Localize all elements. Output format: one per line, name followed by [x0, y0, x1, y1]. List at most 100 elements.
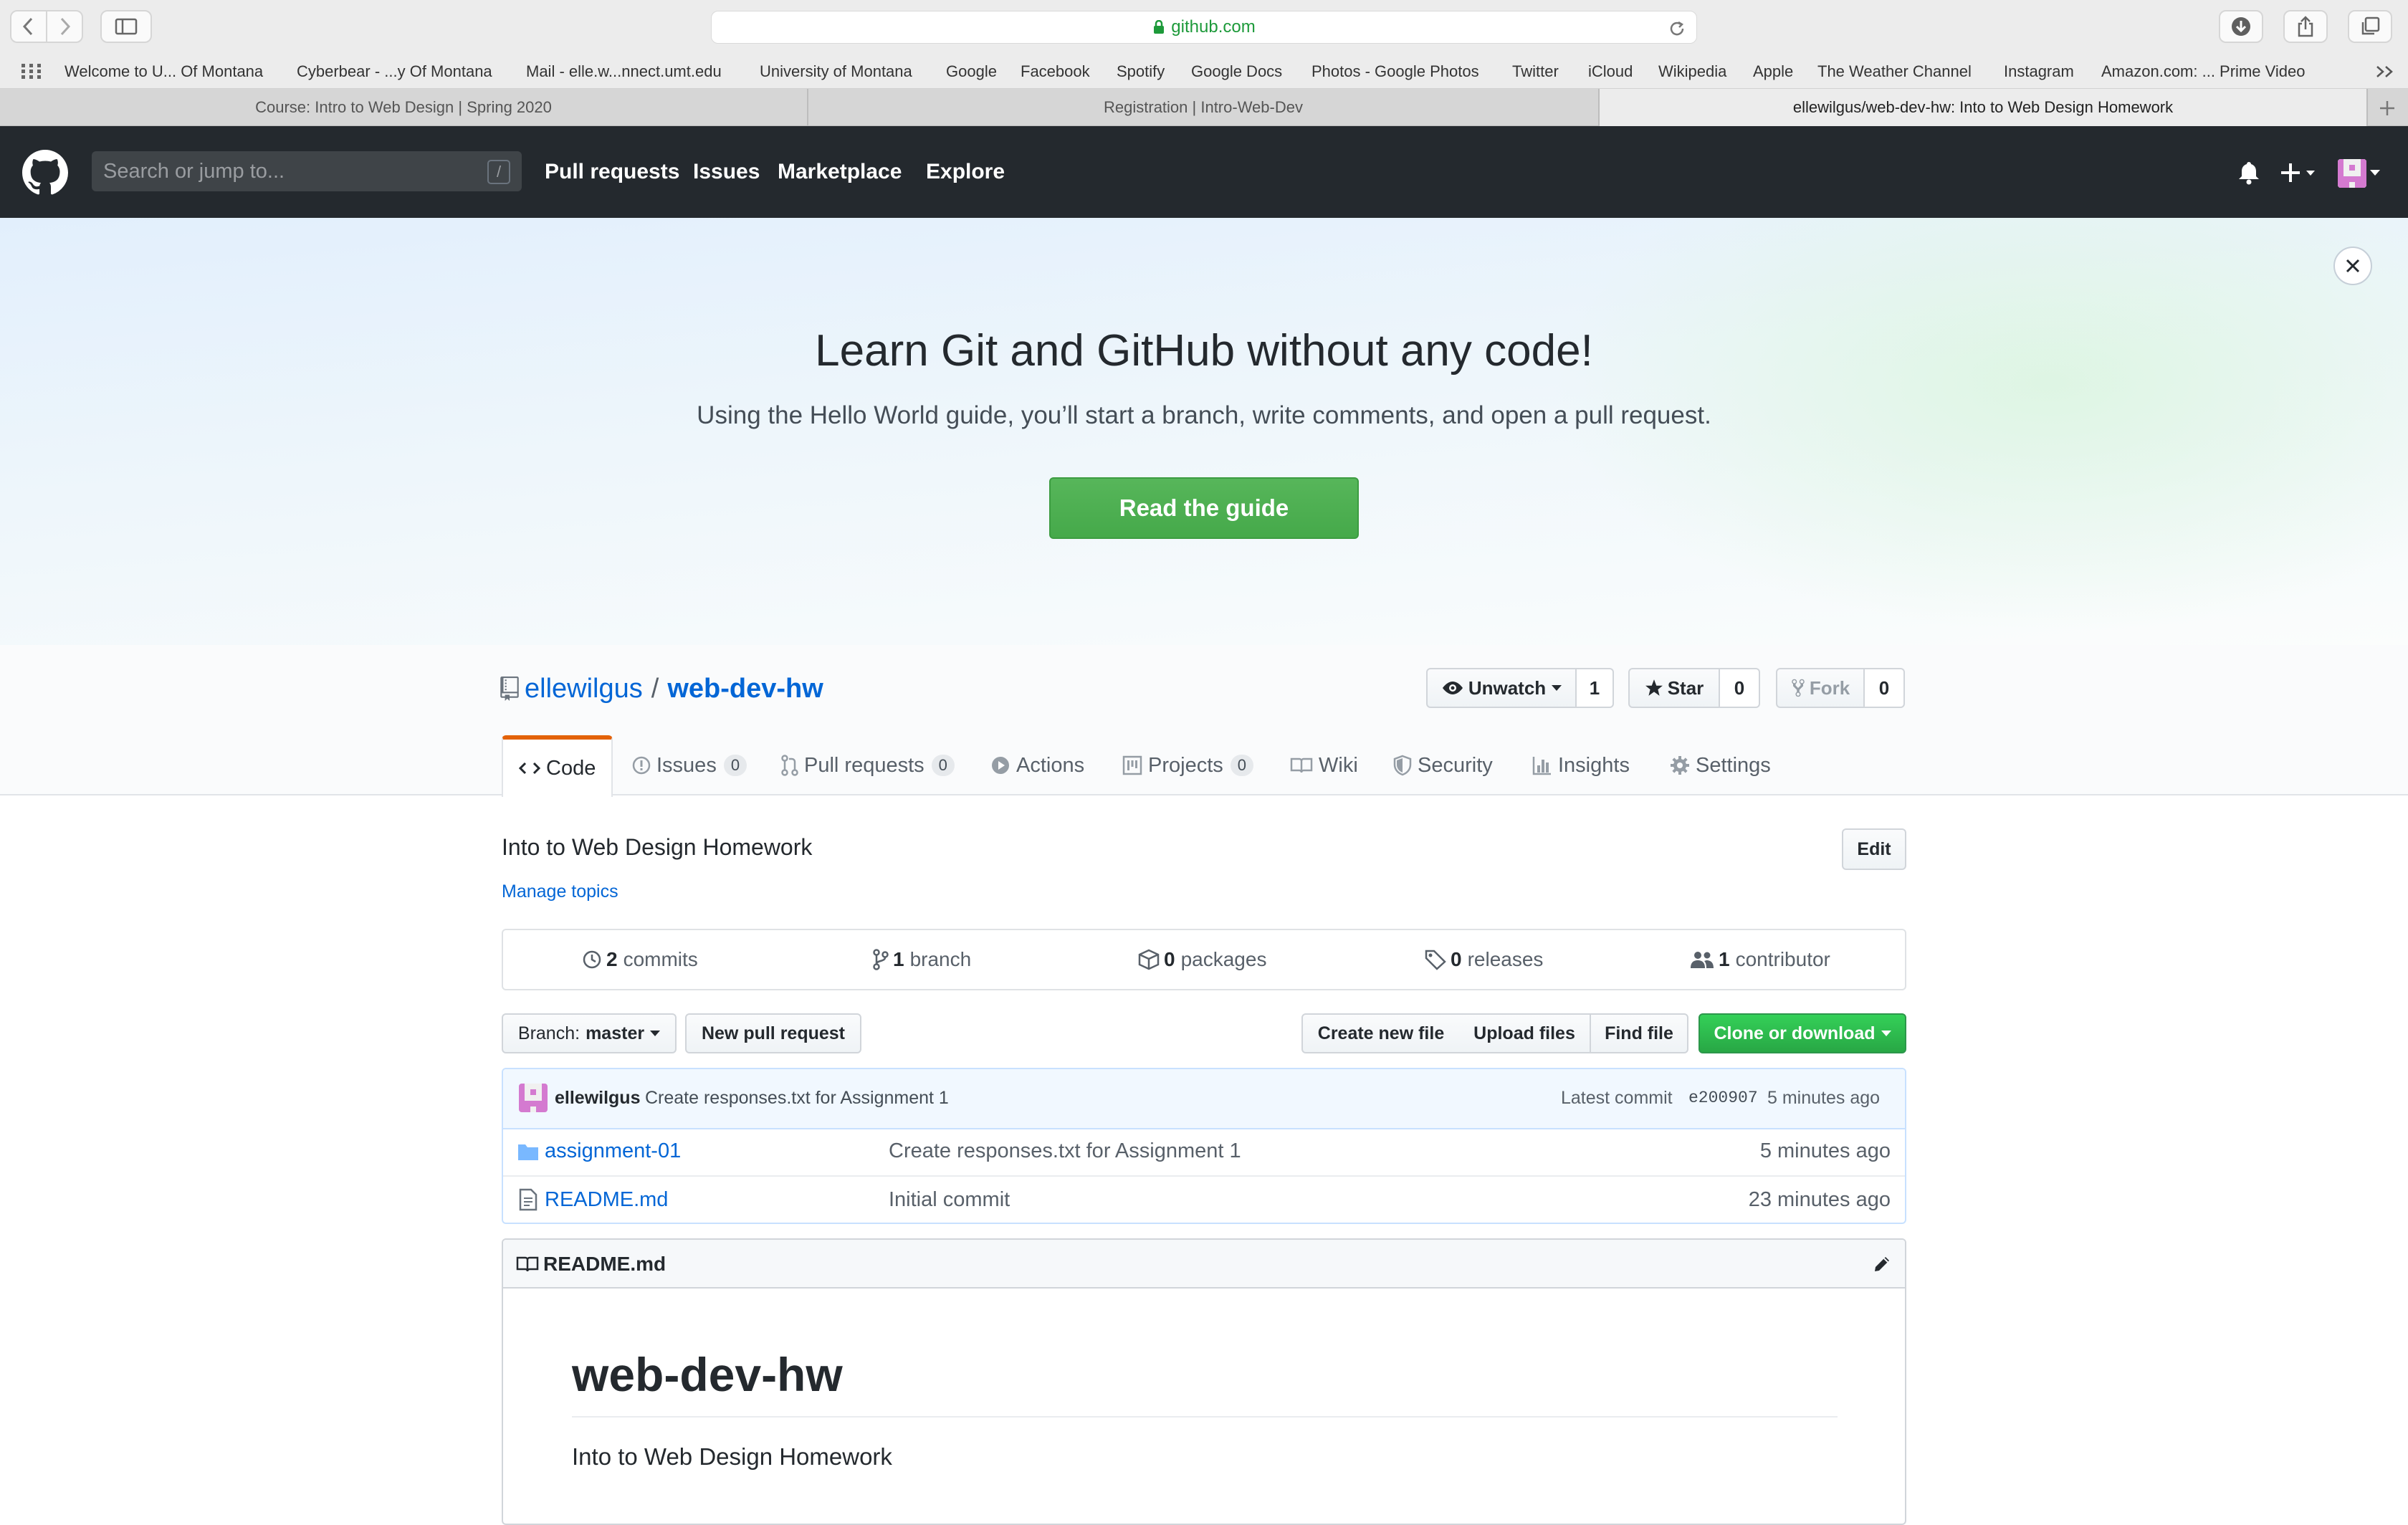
address-bar[interactable]: github.com — [711, 11, 1697, 44]
upload-files-button[interactable]: Upload files — [1459, 1013, 1591, 1053]
create-new-file-button[interactable]: Create new file — [1301, 1013, 1461, 1053]
favorite-link[interactable]: Welcome to U... Of Montana — [64, 54, 263, 89]
manage-topics-link[interactable]: Manage topics — [502, 881, 618, 902]
favorite-link[interactable]: Google Docs — [1191, 54, 1282, 89]
tab-label: Actions — [1016, 753, 1085, 777]
new-pull-request-button[interactable]: New pull request — [685, 1013, 861, 1053]
tab-code[interactable]: Code — [502, 735, 613, 797]
readme-divider — [572, 1416, 1838, 1418]
table-row[interactable]: README.md Initial commit 23 minutes ago — [503, 1175, 1905, 1223]
tab-insights[interactable]: Insights — [1532, 735, 1630, 795]
favorite-link[interactable]: Instagram — [2004, 54, 2074, 89]
favorite-link[interactable]: Photos - Google Photos — [1312, 54, 1479, 89]
github-logo-icon[interactable] — [22, 150, 68, 196]
packages-count: 0 — [1164, 948, 1175, 970]
avatar[interactable] — [2338, 159, 2366, 188]
edit-description-button[interactable]: Edit — [1842, 828, 1906, 870]
favorite-link[interactable]: Amazon.com: ... Prime Video — [2101, 54, 2306, 89]
fork-count[interactable]: 0 — [1865, 668, 1905, 708]
star-button[interactable]: Star — [1628, 668, 1720, 708]
share-button[interactable] — [2283, 10, 2328, 43]
share-icon — [2298, 16, 2313, 37]
branches-link[interactable]: 1 branch — [873, 930, 971, 989]
chevron-double-right-icon[interactable] — [2375, 64, 2395, 79]
tabs-icon — [2361, 16, 2380, 35]
banner-close-button[interactable] — [2333, 247, 2372, 285]
branch-icon — [873, 949, 889, 970]
favorite-link[interactable]: Mail - elle.w...nnect.umt.edu — [526, 54, 722, 89]
favorite-link[interactable]: Wikipedia — [1658, 54, 1726, 89]
unwatch-button[interactable]: Unwatch — [1426, 668, 1577, 708]
search-input[interactable]: Search or jump to... / — [92, 151, 522, 191]
commit-author-avatar[interactable] — [519, 1084, 548, 1112]
tab-overview-button[interactable] — [2348, 10, 2392, 43]
tab-security[interactable]: Security — [1393, 735, 1493, 795]
browser-tab[interactable]: Registration | Intro-Web-Dev — [808, 89, 1600, 126]
grid-icon[interactable] — [22, 64, 42, 80]
tab-pull-requests[interactable]: Pull requests 0 — [781, 735, 955, 795]
browser-tab[interactable]: Course: Intro to Web Design | Spring 202… — [0, 89, 808, 126]
clone-or-download-button[interactable]: Clone or download — [1698, 1013, 1906, 1053]
releases-link[interactable]: 0 releases — [1425, 930, 1543, 989]
favorite-link[interactable]: Spotify — [1117, 54, 1165, 89]
star-count[interactable]: 0 — [1720, 668, 1760, 708]
repo-name-link[interactable]: web-dev-hw — [667, 674, 823, 704]
repo-owner-link[interactable]: ellewilgus — [525, 674, 643, 704]
branch-select[interactable]: Branch: master — [502, 1013, 677, 1053]
table-row[interactable]: assignment-01 Create responses.txt for A… — [503, 1128, 1905, 1175]
new-tab-icon[interactable] — [2378, 99, 2397, 118]
commit-author[interactable]: ellewilgus — [555, 1088, 640, 1109]
close-icon — [2346, 259, 2360, 273]
caret-down-icon[interactable] — [2369, 169, 2381, 176]
tab-wiki[interactable]: Wiki — [1290, 735, 1358, 795]
favorite-link[interactable]: Apple — [1753, 54, 1793, 89]
shield-icon — [1393, 755, 1412, 776]
packages-link[interactable]: 0 packages — [1138, 930, 1266, 989]
browser-tab-bar: Course: Intro to Web Design | Spring 202… — [0, 89, 2408, 126]
commit-message[interactable]: Create responses.txt for Assignment 1 — [645, 1088, 949, 1109]
tab-issues[interactable]: Issues 0 — [632, 735, 747, 795]
browser-tab-active[interactable]: ellewilgus/web-dev-hw: Into to Web Desig… — [1600, 89, 2368, 126]
find-file-button[interactable]: Find file — [1590, 1013, 1688, 1053]
favorite-link[interactable]: iCloud — [1588, 54, 1633, 89]
favorite-link[interactable]: The Weather Channel — [1817, 54, 1972, 89]
back-button[interactable] — [10, 10, 47, 43]
tab-projects[interactable]: Projects 0 — [1122, 735, 1254, 795]
watch-count[interactable]: 1 — [1577, 668, 1614, 708]
commit-sha[interactable]: e200907 — [1688, 1089, 1758, 1107]
tab-count: 0 — [1230, 755, 1254, 776]
tab-label: Security — [1418, 753, 1493, 777]
file-name-link[interactable]: assignment-01 — [545, 1139, 681, 1163]
caret-down-icon — [1552, 685, 1562, 691]
downloads-button[interactable] — [2219, 10, 2263, 43]
nav-explore[interactable]: Explore — [926, 126, 1005, 218]
star-icon — [1645, 679, 1663, 696]
favorite-link[interactable]: Twitter — [1512, 54, 1559, 89]
chevron-right-icon — [60, 17, 71, 36]
readme-filename: README.md — [543, 1253, 666, 1275]
package-icon — [1138, 949, 1160, 970]
nav-pull-requests[interactable]: Pull requests — [545, 126, 679, 218]
nav-marketplace[interactable]: Marketplace — [778, 126, 902, 218]
forward-button[interactable] — [46, 10, 83, 43]
favorite-link[interactable]: Google — [946, 54, 997, 89]
commits-link[interactable]: 2 commits — [582, 930, 698, 989]
file-commit-message[interactable]: Create responses.txt for Assignment 1 — [889, 1139, 1241, 1163]
file-name-link[interactable]: README.md — [545, 1188, 668, 1212]
pencil-icon[interactable] — [1872, 1254, 1892, 1274]
favorite-link[interactable]: Cyberbear - ...y Of Montana — [297, 54, 492, 89]
contributors-link[interactable]: 1 contributor — [1690, 930, 1830, 989]
tab-actions[interactable]: Actions — [990, 735, 1084, 795]
bell-icon[interactable] — [2237, 161, 2260, 185]
favorite-link[interactable]: Facebook — [1021, 54, 1090, 89]
favorite-link[interactable]: University of Montana — [760, 54, 912, 89]
tab-settings[interactable]: Settings — [1670, 735, 1771, 795]
nav-issues[interactable]: Issues — [693, 126, 760, 218]
sidebar-toggle-button[interactable] — [100, 10, 152, 43]
reload-icon[interactable] — [1668, 19, 1686, 38]
file-commit-message[interactable]: Initial commit — [889, 1188, 1010, 1212]
plus-dropdown-icon[interactable] — [2279, 161, 2319, 185]
download-icon — [2232, 17, 2250, 36]
read-guide-button[interactable]: Read the guide — [1049, 477, 1359, 539]
fork-button[interactable]: Fork — [1776, 668, 1865, 708]
